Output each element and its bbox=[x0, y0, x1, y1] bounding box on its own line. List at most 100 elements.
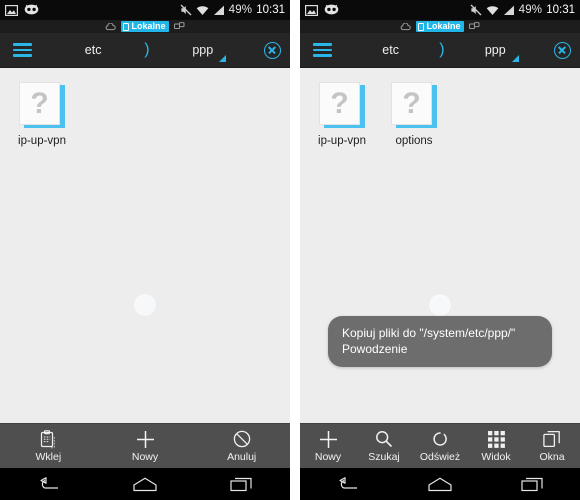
search-button-label: Szukaj bbox=[368, 450, 400, 463]
loading-spinner bbox=[430, 295, 450, 315]
signal-icon bbox=[503, 5, 515, 16]
grid-view-icon bbox=[487, 430, 505, 449]
list-item[interactable]: ? options bbox=[378, 78, 450, 154]
paste-button-label: Wklej bbox=[35, 450, 62, 463]
panel-divider bbox=[290, 0, 300, 500]
paste-button[interactable]: Wklej bbox=[0, 424, 97, 468]
back-arrow-icon bbox=[40, 476, 59, 489]
lokalne-tab[interactable]: Lokalne bbox=[121, 21, 169, 32]
home-button[interactable] bbox=[393, 468, 486, 500]
status-bar-right-right-icons: 49% 10:31 bbox=[470, 4, 575, 16]
status-bar-right-left-icons bbox=[305, 4, 339, 16]
hamburger-menu-icon[interactable] bbox=[300, 43, 344, 57]
cloud-icon[interactable] bbox=[400, 22, 412, 31]
breadcrumb-separator-icon: ) bbox=[144, 41, 150, 58]
status-bar-right-icons: 49% 10:31 bbox=[180, 4, 285, 16]
wifi-icon bbox=[196, 5, 209, 16]
signal-icon bbox=[213, 5, 225, 16]
recents-button[interactable] bbox=[193, 468, 290, 500]
right-file-browser-content[interactable]: ? ip-up-vpn ? options Kopiuj pliki do "/… bbox=[300, 68, 580, 423]
dual-screenshot-container: 49% 10:31 Lokalne etc) ppp ? ip-up-vpn … bbox=[0, 0, 580, 500]
plus-icon bbox=[319, 430, 338, 449]
close-circle-icon bbox=[553, 41, 571, 59]
loading-spinner bbox=[135, 295, 155, 315]
status-bar-left-icons bbox=[5, 4, 39, 16]
new-button[interactable]: Nowy bbox=[300, 424, 356, 468]
refresh-icon bbox=[431, 430, 449, 449]
breadcrumb-etc[interactable]: etc bbox=[378, 43, 403, 57]
lokalne-tab-label: Lokalne bbox=[426, 21, 461, 31]
location-status-bar-right: Lokalne bbox=[300, 20, 580, 33]
windows-button[interactable]: Okna bbox=[524, 424, 580, 468]
battery-percent: 49% bbox=[228, 4, 253, 16]
toast-line-1: Kopiuj pliki do "/system/etc/ppp/" bbox=[342, 325, 516, 340]
right-screenshot-panel: 49% 10:31 Lokalne etc) ppp ? ip-up-vpn … bbox=[300, 0, 580, 500]
cloud-icon[interactable] bbox=[105, 22, 117, 31]
recents-icon bbox=[230, 477, 252, 491]
cyanogenmod-icon bbox=[24, 4, 39, 16]
close-tab-button[interactable] bbox=[544, 41, 580, 59]
clock-time: 10:31 bbox=[546, 4, 575, 16]
breadcrumb-ppp[interactable]: ppp bbox=[188, 43, 217, 57]
hamburger-menu-icon[interactable] bbox=[0, 43, 44, 57]
unknown-file-icon: ? bbox=[19, 82, 65, 128]
unknown-file-icon: ? bbox=[319, 82, 365, 128]
lokalne-tab[interactable]: Lokalne bbox=[416, 21, 464, 32]
new-button-label: Nowy bbox=[131, 450, 159, 463]
status-bar-right: 49% 10:31 bbox=[300, 0, 580, 20]
list-item[interactable]: ? ip-up-vpn bbox=[306, 78, 378, 154]
lokalne-tab-label: Lokalne bbox=[131, 21, 166, 31]
left-file-grid: ? ip-up-vpn bbox=[0, 78, 290, 154]
wifi-icon bbox=[486, 5, 499, 16]
breadcrumb-etc[interactable]: etc bbox=[81, 43, 106, 57]
home-icon bbox=[428, 477, 452, 491]
windows-copy-icon bbox=[543, 430, 561, 449]
list-item[interactable]: ? ip-up-vpn bbox=[6, 78, 78, 154]
right-file-grid: ? ip-up-vpn ? options bbox=[300, 78, 580, 154]
triangle-dropdown-icon[interactable] bbox=[219, 55, 227, 62]
breadcrumb-toolbar: etc ) ppp bbox=[0, 33, 290, 68]
left-action-bar: Wklej Nowy Anuluj bbox=[0, 423, 290, 468]
back-button[interactable] bbox=[300, 468, 393, 500]
network-icon[interactable] bbox=[173, 22, 185, 31]
plus-icon bbox=[136, 430, 155, 449]
cancel-button[interactable]: Anuluj bbox=[193, 424, 290, 468]
network-icon[interactable] bbox=[468, 22, 480, 31]
device-icon bbox=[418, 22, 425, 31]
close-tab-button[interactable] bbox=[254, 41, 290, 59]
breadcrumb-current-wrap[interactable]: ppp bbox=[481, 43, 519, 62]
search-button[interactable]: Szukaj bbox=[356, 424, 412, 468]
breadcrumb-ppp[interactable]: ppp bbox=[481, 43, 510, 57]
recents-button[interactable] bbox=[487, 468, 580, 500]
new-button-label: Nowy bbox=[314, 450, 342, 463]
back-arrow-icon bbox=[339, 476, 357, 489]
breadcrumb-separator-icon: ) bbox=[439, 41, 445, 58]
left-screenshot-panel: 49% 10:31 Lokalne etc) ppp ? ip-up-vpn … bbox=[0, 0, 290, 500]
breadcrumb-current-wrap[interactable]: ppp bbox=[188, 43, 227, 62]
cancel-button-label: Anuluj bbox=[227, 450, 257, 463]
file-label: options bbox=[395, 135, 433, 147]
screenshot-icon bbox=[305, 4, 318, 16]
cyanogenmod-icon bbox=[324, 4, 339, 16]
left-file-browser-content[interactable]: ? ip-up-vpn bbox=[0, 68, 290, 423]
file-label: ip-up-vpn bbox=[318, 135, 366, 147]
new-button[interactable]: Nowy bbox=[97, 424, 194, 468]
location-status-bar: Lokalne bbox=[0, 20, 290, 33]
toast-line-2: Powodzenie bbox=[342, 341, 408, 356]
recents-icon bbox=[521, 477, 543, 491]
right-action-bar: Nowy Szukaj Odśwież Widok Okna bbox=[300, 423, 580, 468]
back-button[interactable] bbox=[0, 468, 97, 500]
unknown-file-icon: ? bbox=[391, 82, 437, 128]
refresh-button[interactable]: Odśwież bbox=[412, 424, 468, 468]
triangle-dropdown-icon[interactable] bbox=[511, 55, 519, 62]
view-button[interactable]: Widok bbox=[468, 424, 524, 468]
screenshot-icon bbox=[5, 4, 18, 16]
cancel-circle-slash-icon bbox=[233, 430, 251, 449]
status-bar: 49% 10:31 bbox=[0, 0, 290, 20]
windows-button-label: Okna bbox=[539, 450, 565, 463]
view-button-label: Widok bbox=[481, 450, 511, 463]
home-icon bbox=[133, 477, 157, 491]
mute-icon bbox=[470, 4, 482, 16]
paste-clipboard-icon bbox=[40, 429, 57, 449]
home-button[interactable] bbox=[97, 468, 194, 500]
